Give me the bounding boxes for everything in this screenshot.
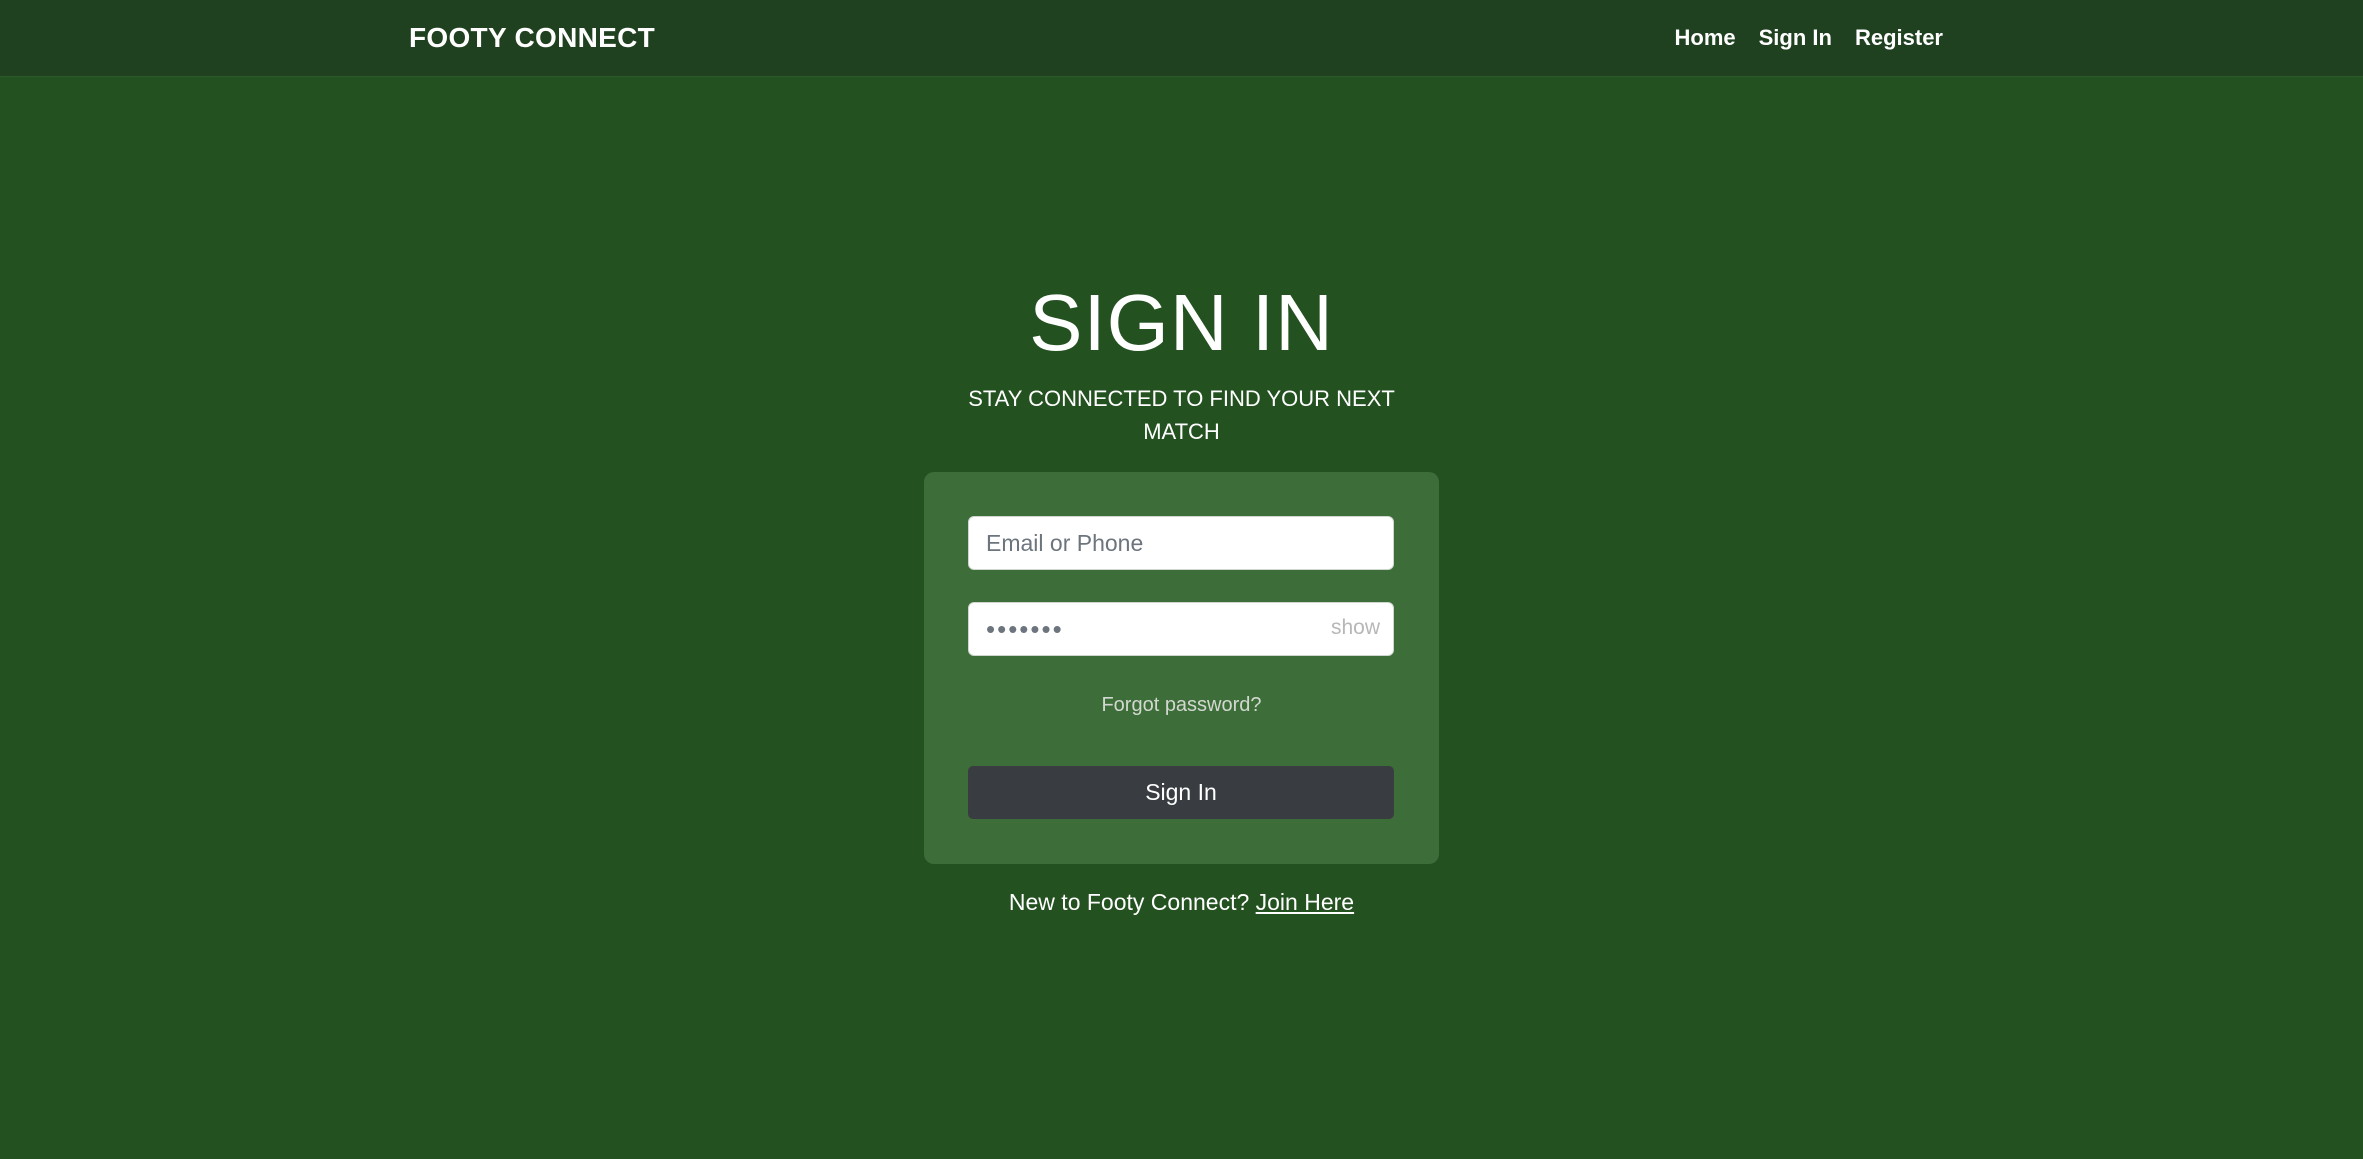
email-or-phone-input[interactable] <box>968 516 1394 570</box>
forgot-password-link[interactable]: Forgot password? <box>924 694 1439 717</box>
page-subtitle: STAY CONNECTED TO FIND YOUR NEXT MATCH <box>968 386 1395 444</box>
join-prompt: New to Footy Connect? Join Here <box>0 889 2363 916</box>
nav-links: Home Sign In Register <box>1675 25 1944 51</box>
nav-home-link[interactable]: Home <box>1675 25 1736 51</box>
join-here-link[interactable]: Join Here <box>1256 889 1354 915</box>
show-password-toggle[interactable]: show <box>1331 616 1380 640</box>
password-field: show <box>968 602 1394 656</box>
join-prompt-text: New to Footy Connect? <box>1008 889 1250 915</box>
brand-logo[interactable]: FOOTY CONNECT <box>409 22 655 54</box>
sign-in-card: show Forgot password? Sign In <box>924 472 1439 864</box>
page-title: SIGN IN <box>1029 278 1334 367</box>
nav-sign-in-link[interactable]: Sign In <box>1759 25 1832 51</box>
nav-register-link[interactable]: Register <box>1855 25 1943 51</box>
sign-in-button[interactable]: Sign In <box>968 766 1394 819</box>
top-navbar: FOOTY CONNECT Home Sign In Register <box>0 0 2363 77</box>
